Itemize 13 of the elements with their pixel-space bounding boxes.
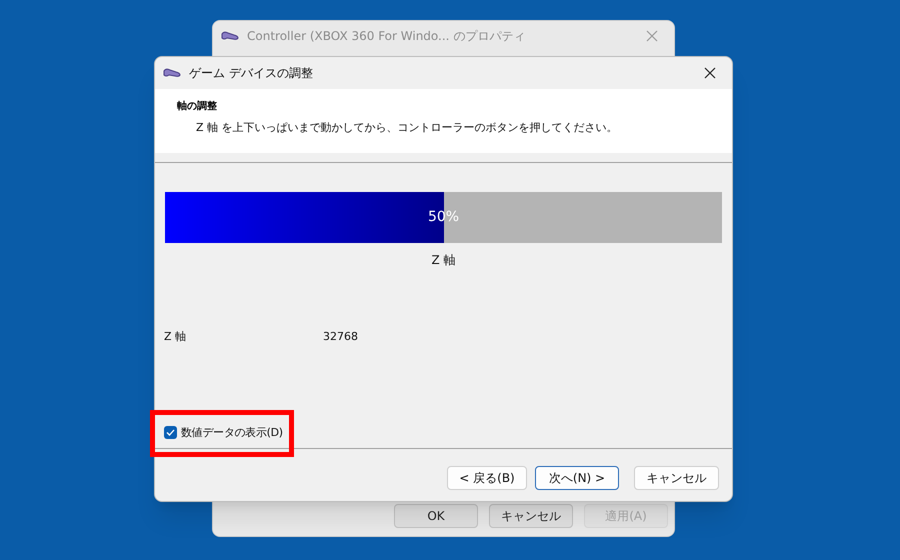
wizard-button[interactable]: < 戻る(B): [447, 466, 527, 490]
wizard-button[interactable]: キャンセル: [634, 466, 719, 490]
checkbox-label[interactable]: 数値データの表示(D): [181, 424, 283, 441]
window-title: ゲーム デバイスの調整: [189, 65, 314, 82]
wizard-button[interactable]: 次へ(N) >: [535, 466, 619, 490]
instruction-text: Z 軸 を上下いっぱいまで動かしてから、コントローラーのボタンを押してください。: [195, 120, 619, 136]
axis-name: Z 軸: [164, 329, 188, 345]
step-heading: 軸の調整: [177, 99, 218, 114]
axis-label: Z 軸: [431, 252, 456, 269]
dialog-button[interactable]: キャンセル: [489, 504, 573, 528]
window-title: Controller (XBOX 360 For Windo... のプロパティ: [247, 28, 526, 45]
dialog-button[interactable]: OK: [394, 504, 478, 528]
axis-value: 32768: [323, 329, 358, 345]
